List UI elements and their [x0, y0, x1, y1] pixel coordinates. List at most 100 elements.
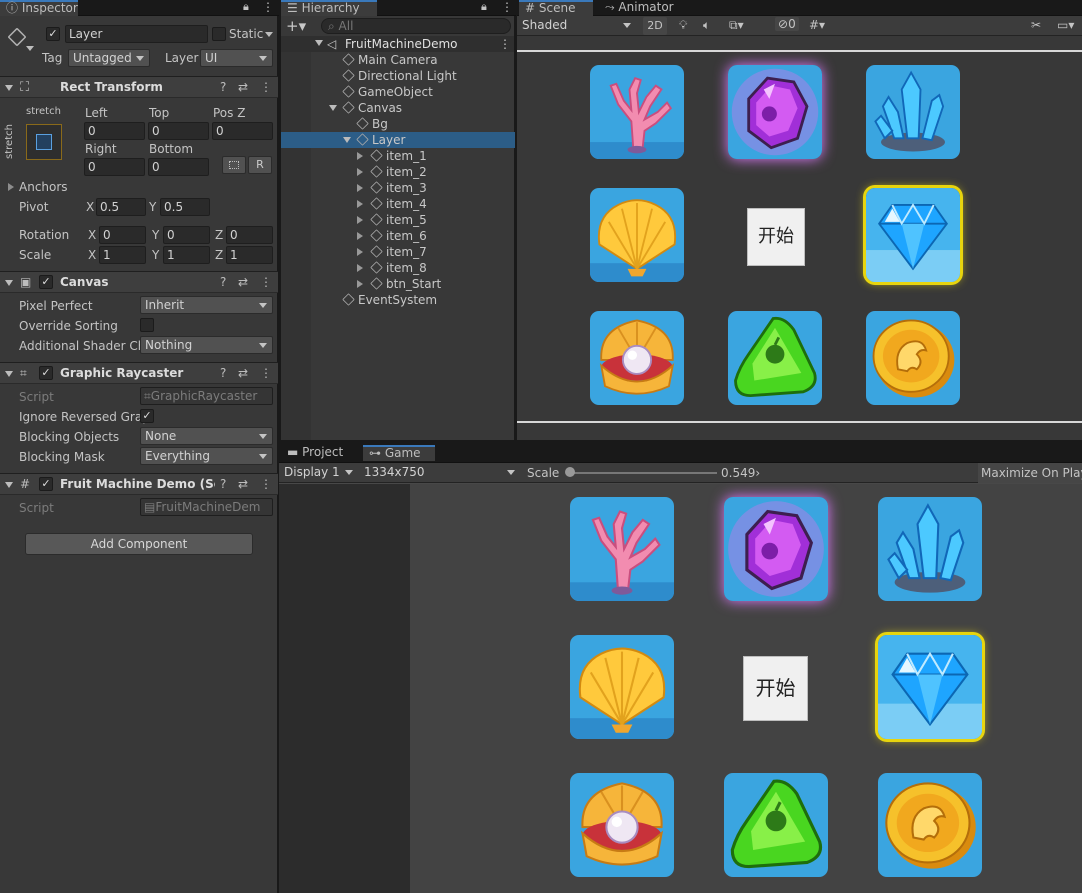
- preset-icon[interactable]: ⇄: [238, 477, 248, 491]
- component-menu-icon[interactable]: ⋮: [260, 80, 272, 94]
- hierarchy-row[interactable]: btn_Start: [281, 276, 515, 292]
- additional-shader-dropdown[interactable]: Nothing: [140, 336, 273, 354]
- display-dropdown[interactable]: Display 1: [280, 464, 358, 482]
- canvas-component-header[interactable]: ▣ ✓ Canvas ? ⇄ ⋮: [0, 271, 278, 293]
- hierarchy-row[interactable]: item_5: [281, 212, 515, 228]
- rotation-z-field[interactable]: 0: [226, 226, 273, 244]
- scale-x-field[interactable]: 1: [99, 246, 146, 264]
- hierarchy-row[interactable]: item_2: [281, 164, 515, 180]
- collapse-icon[interactable]: [5, 85, 13, 91]
- collapsed-arrow-icon[interactable]: [357, 232, 363, 240]
- blocking-objects-dropdown[interactable]: None: [140, 427, 273, 445]
- resolution-dropdown[interactable]: 1334x750: [360, 464, 520, 482]
- anchors-expand-icon[interactable]: [8, 183, 14, 191]
- help-icon[interactable]: ?: [220, 80, 226, 94]
- tab-game[interactable]: ⊶ Game: [363, 445, 435, 461]
- component-menu-icon[interactable]: ⋮: [260, 275, 272, 289]
- rect-transform-header[interactable]: ⛶ Rect Transform ? ⇄ ⋮: [0, 76, 278, 98]
- icon-dropdown-icon[interactable]: [26, 46, 34, 51]
- fruit-machine-header[interactable]: # ✓ Fruit Machine Demo (Scrip ? ⇄ ⋮: [0, 473, 278, 495]
- graphic-raycaster-header[interactable]: ⌗ ✓ Graphic Raycaster ? ⇄ ⋮: [0, 362, 278, 384]
- pixel-perfect-dropdown[interactable]: Inherit: [140, 296, 273, 314]
- pivot-x-field[interactable]: 0.5: [96, 198, 146, 216]
- hierarchy-row[interactable]: GameObject: [281, 84, 515, 100]
- hidden-objects-icon[interactable]: ⊘0: [775, 17, 799, 31]
- raw-edit-button[interactable]: R: [248, 156, 272, 174]
- lock-icon[interactable]: 🔒︎: [481, 0, 487, 14]
- preset-icon[interactable]: ⇄: [238, 366, 248, 380]
- help-icon[interactable]: ?: [220, 477, 226, 491]
- pivot-y-field[interactable]: 0.5: [160, 198, 210, 216]
- audio-icon[interactable]: 🔈︎: [703, 18, 710, 33]
- raycaster-enabled-toggle[interactable]: ✓: [39, 366, 53, 380]
- right-field[interactable]: 0: [84, 158, 145, 176]
- collapsed-arrow-icon[interactable]: [357, 152, 363, 160]
- left-field[interactable]: 0: [84, 122, 145, 140]
- grid-icon[interactable]: #▾: [809, 18, 825, 32]
- tag-dropdown[interactable]: Untagged: [68, 49, 150, 67]
- help-icon[interactable]: ?: [220, 275, 226, 289]
- scale-z-field[interactable]: 1: [226, 246, 273, 264]
- hierarchy-row[interactable]: item_6: [281, 228, 515, 244]
- maximize-toggle[interactable]: Maximize On Play: [978, 463, 1082, 483]
- effects-icon[interactable]: ⧉▾: [729, 18, 744, 33]
- expand-icon[interactable]: [315, 40, 323, 46]
- blueprint-mode-button[interactable]: [222, 156, 246, 174]
- posz-field[interactable]: 0: [212, 122, 273, 140]
- collapsed-arrow-icon[interactable]: [357, 216, 363, 224]
- override-sorting-toggle[interactable]: [140, 318, 154, 332]
- collapse-icon[interactable]: [5, 280, 13, 286]
- lock-icon[interactable]: 🔒︎: [243, 0, 249, 14]
- collapsed-arrow-icon[interactable]: [357, 264, 363, 272]
- collapsed-arrow-icon[interactable]: [357, 168, 363, 176]
- hierarchy-row[interactable]: Main Camera: [281, 52, 515, 68]
- collapse-icon[interactable]: [5, 371, 13, 377]
- scene-root-row[interactable]: ◁ FruitMachineDemo ⋮: [281, 36, 514, 52]
- kebab-menu-icon[interactable]: ⋮: [262, 0, 274, 14]
- help-icon[interactable]: ?: [220, 366, 226, 380]
- tab-inspector[interactable]: ⓘ Inspector: [0, 0, 78, 16]
- tab-animator[interactable]: ⤳ Animator: [599, 0, 680, 16]
- component-menu-icon[interactable]: ⋮: [260, 366, 272, 380]
- lighting-icon[interactable]: 💡︎: [679, 18, 687, 33]
- hierarchy-row[interactable]: Canvas: [281, 100, 515, 116]
- canvas-enabled-toggle[interactable]: ✓: [39, 275, 53, 289]
- expand-arrow-icon[interactable]: [329, 105, 337, 111]
- collapsed-arrow-icon[interactable]: [357, 248, 363, 256]
- add-component-button[interactable]: Add Component: [25, 533, 253, 555]
- rotation-x-field[interactable]: 0: [99, 226, 146, 244]
- static-toggle[interactable]: [212, 27, 226, 41]
- hierarchy-row[interactable]: item_7: [281, 244, 515, 260]
- hierarchy-row[interactable]: item_3: [281, 180, 515, 196]
- active-toggle[interactable]: ✓: [46, 27, 60, 41]
- collapse-icon[interactable]: [5, 482, 13, 488]
- static-dropdown-icon[interactable]: [265, 32, 273, 37]
- bottom-field[interactable]: 0: [148, 158, 209, 176]
- scene-start-button[interactable]: 开始: [747, 208, 805, 266]
- tab-scene[interactable]: # Scene: [519, 0, 593, 16]
- expand-arrow-icon[interactable]: [343, 137, 351, 143]
- top-field[interactable]: 0: [148, 122, 209, 140]
- mode-2d-toggle[interactable]: 2D: [643, 17, 667, 35]
- collapsed-arrow-icon[interactable]: [357, 184, 363, 192]
- preset-icon[interactable]: ⇄: [238, 275, 248, 289]
- camera-icon[interactable]: ▭▾: [1057, 18, 1074, 32]
- collapsed-arrow-icon[interactable]: [357, 200, 363, 208]
- draw-mode-dropdown[interactable]: Shaded: [518, 17, 636, 35]
- game-start-button[interactable]: 开始: [743, 656, 808, 721]
- tab-hierarchy[interactable]: ☰ Hierarchy: [281, 0, 377, 16]
- preset-icon[interactable]: ⇄: [238, 80, 248, 94]
- hierarchy-row[interactable]: item_1: [281, 148, 515, 164]
- hierarchy-row[interactable]: item_4: [281, 196, 515, 212]
- hierarchy-row[interactable]: Directional Light: [281, 68, 515, 84]
- kebab-menu-icon[interactable]: ⋮: [501, 0, 513, 14]
- hierarchy-row[interactable]: EventSystem: [281, 292, 515, 308]
- ignore-reversed-toggle[interactable]: ✓: [140, 409, 154, 423]
- hierarchy-row[interactable]: Bg: [281, 116, 515, 132]
- component-menu-icon[interactable]: ⋮: [260, 477, 272, 491]
- tools-icon[interactable]: ✂: [1031, 18, 1041, 32]
- scale-slider-handle[interactable]: [565, 467, 575, 477]
- hierarchy-row[interactable]: item_8: [281, 260, 515, 276]
- blocking-mask-dropdown[interactable]: Everything: [140, 447, 273, 465]
- hierarchy-search-input[interactable]: ⌕ All: [321, 18, 511, 34]
